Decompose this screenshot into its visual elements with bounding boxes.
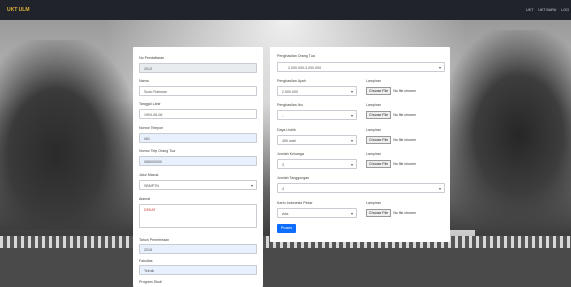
alamat-label: Alamat (139, 197, 151, 201)
no-file-text: No file chosen (393, 162, 416, 166)
jumlah-tanggungan-select[interactable]: 4 (277, 183, 445, 193)
daya-listrik-select[interactable]: 450 watt (277, 135, 357, 145)
brand-logo[interactable]: UKT ULM (7, 7, 30, 13)
program-studi-label: Program Studi (139, 280, 162, 284)
nomor-telepon-field[interactable]: 081 (139, 133, 257, 143)
choose-file-button[interactable]: Choose File (366, 136, 392, 144)
no-pendaftaran-label: No Pendaftaran (139, 56, 165, 60)
lampiran-kip-file[interactable]: Choose File No file chosen (366, 209, 416, 217)
jumlah-keluarga-select[interactable]: 3 (277, 159, 357, 169)
ground (0, 248, 571, 287)
penghasilan-ortu-label: Penghasilan Orang Tua (277, 54, 315, 58)
alamat-textarea[interactable]: DEKAT (139, 204, 257, 228)
jumlah-tanggungan-label: Jumlah Tanggungan (277, 176, 310, 180)
no-file-text: No file chosen (393, 138, 416, 142)
penghasilan-ortu-value: 2.000.000-3.000.000 (288, 66, 322, 70)
penghasilan-ayah-select[interactable]: 2.500.000 (277, 86, 357, 96)
daya-listrik-value: 450 watt (282, 139, 296, 143)
nav-item-ukt[interactable]: UKT (526, 8, 533, 12)
kip-value: Ada (282, 212, 289, 216)
top-navbar: UKT ULM UKT UKT BARU LOG (0, 0, 571, 20)
kip-select[interactable]: Ada (277, 208, 357, 218)
choose-file-button[interactable]: Choose File (366, 111, 392, 119)
lampiran-keluarga-label: Lampiran (366, 152, 381, 156)
choose-file-button[interactable]: Choose File (366, 87, 392, 95)
fakultas-field[interactable]: Teknik (139, 265, 257, 275)
lampiran-listrik-file[interactable]: Choose File No file chosen (366, 136, 416, 144)
lampiran-ibu-file[interactable]: Choose File No file chosen (366, 111, 416, 119)
penghasilan-ibu-value: - (282, 114, 284, 118)
nav-item-log[interactable]: LOG (561, 8, 569, 12)
nav-menu: UKT UKT BARU LOG (526, 8, 569, 12)
penghasilan-ibu-label: Penghasilan Ibu (277, 103, 303, 107)
nomor-telp-ortu-field[interactable]: 085000000 (139, 156, 257, 166)
no-pendaftaran-field: 2013 (139, 63, 257, 73)
lampiran-ayah-file[interactable]: Choose File No file chosen (366, 87, 416, 95)
tree-right (441, 30, 571, 240)
choose-file-button[interactable]: Choose File (366, 209, 392, 217)
penghasilan-ayah-value: 2.500.000 (282, 90, 298, 94)
lampiran-ayah-label: Lampiran (366, 79, 381, 83)
no-file-text: No file chosen (393, 89, 416, 93)
fakultas-label: Fakultas (139, 259, 153, 263)
tahun-penerimaan-label: Tahun Penerimaan (139, 238, 170, 242)
choose-file-button[interactable]: Choose File (366, 160, 392, 168)
jalur-masuk-select[interactable]: SBMPTN (139, 180, 257, 190)
nav-item-ukt-baru[interactable]: UKT BARU (538, 8, 556, 12)
no-file-text: No file chosen (393, 113, 416, 117)
no-file-text: No file chosen (393, 211, 416, 215)
penghasilan-ortu-select[interactable]: 2.000.000-3.000.000 (277, 62, 445, 72)
tahun-penerimaan-field[interactable]: 2018 (139, 244, 257, 254)
nama-field[interactable]: Sudo Rahman (139, 86, 257, 96)
nomor-telepon-label: Nomor Telepon (139, 126, 164, 130)
tree-left (0, 40, 140, 230)
lampiran-listrik-label: Lampiran (366, 128, 381, 132)
tanggal-lahir-label: Tanggal Lahir (139, 102, 161, 106)
lampiran-keluarga-file[interactable]: Choose File No file chosen (366, 160, 416, 168)
jumlah-tanggungan-value: 4 (282, 187, 284, 191)
penghasilan-ayah-label: Penghasilan Ayah (277, 79, 306, 83)
proses-button[interactable]: Proses (277, 224, 296, 233)
jumlah-keluarga-value: 3 (282, 163, 284, 167)
tanggal-lahir-field[interactable]: 1994-06-06 (139, 109, 257, 119)
penghasilan-ibu-select[interactable]: - (277, 110, 357, 120)
lampiran-ibu-label: Lampiran (366, 103, 381, 107)
jumlah-keluarga-label: Jumlah Keluarga (277, 152, 304, 156)
lampiran-kip-label: Lampiran (366, 201, 381, 205)
jalur-masuk-label: Jalur Masuk (139, 173, 159, 177)
jalur-masuk-value: SBMPTN (144, 184, 159, 188)
nama-label: Nama (139, 79, 149, 83)
daya-listrik-label: Daya Listrik (277, 128, 296, 132)
nomor-telp-ortu-label: Nomor Telp Orang Tua (139, 149, 176, 153)
kip-label: Kartu Indonesia Pintar (277, 201, 313, 205)
